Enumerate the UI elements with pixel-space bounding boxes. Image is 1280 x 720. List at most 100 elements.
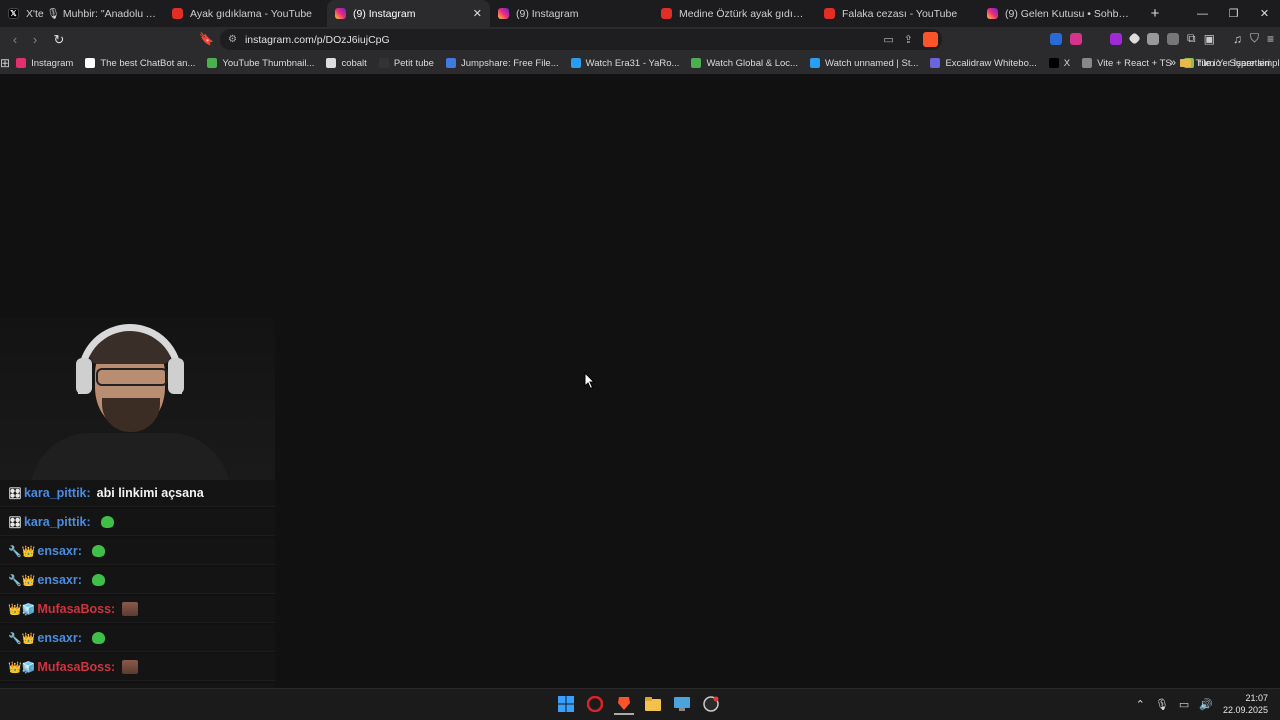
chat-message: 👑🧊MufasaBoss: [0, 654, 275, 681]
chat-username: ensaxr: [37, 544, 82, 558]
bookmark-favicon-icon [930, 58, 941, 68]
tab[interactable]: (9) Gelen Kutusu • Sohbetler [979, 0, 1142, 27]
cast-icon[interactable]: ▭ [883, 33, 893, 46]
instagram-icon [987, 8, 998, 19]
chat-badges-icon: 🎛 [8, 516, 22, 529]
network-icon[interactable]: ▭ [1179, 698, 1189, 711]
bookmark-item[interactable]: cobalt [320, 58, 372, 69]
bookmark-item[interactable]: Vite + React + TS [1076, 58, 1178, 69]
extension-icon[interactable] [1090, 32, 1103, 45]
opera-icon[interactable] [585, 693, 605, 715]
url-text[interactable]: instagram.com/p/DOzJ6iujCpG [245, 34, 390, 46]
microphone-icon[interactable]: 🎙 [1155, 698, 1169, 711]
bookmark-favicon-icon [1048, 58, 1059, 68]
extension-icon[interactable] [1050, 32, 1063, 45]
chat-badges-icon: 🔧👑 [8, 632, 36, 645]
instagram-icon [498, 8, 509, 19]
tab[interactable]: Falaka cezası - YouTube [816, 0, 979, 27]
close-window-button[interactable]: ✕ [1249, 0, 1280, 27]
brave-shields-icon[interactable] [923, 32, 938, 47]
tab-title: (9) Instagram [516, 7, 579, 20]
chat-message: 👑🧊MufasaBoss: [0, 596, 275, 623]
bookmark-item[interactable]: X [1043, 58, 1076, 69]
music-icon[interactable]: ♫ [1233, 32, 1242, 46]
bookmark-item[interactable]: YouTube Thumbnail... [201, 58, 320, 69]
address-bar[interactable]: ⚙ instagram.com/p/DOzJ6iujCpG ▭ ⇪ [220, 29, 942, 50]
system-tray: ⌃ 🎙 ▭ 🔊 21:07 22.09.2025 [1136, 692, 1268, 716]
close-tab-icon[interactable]: ✕ [473, 7, 482, 20]
clock-date: 22.09.2025 [1222, 705, 1268, 715]
bookmark-item[interactable]: Instagram [10, 58, 79, 69]
bookmark-item[interactable]: Watch Era31 - YaRo... [565, 58, 686, 69]
remote-desktop-icon[interactable] [672, 693, 692, 715]
folder-icon [1179, 59, 1191, 67]
restore-button[interactable]: ❐ [1218, 0, 1249, 27]
tab[interactable]: Medine Öztürk ayak gıdıklama - You [653, 0, 816, 27]
bookmarks-bar: ⊞ Instagram The best ChatBot an... YouTube… [0, 52, 1280, 74]
headset-earcup [168, 358, 184, 394]
bookmark-label: YouTube Thumbnail... [222, 57, 315, 69]
clock-time: 21:07 [1245, 693, 1268, 703]
tab[interactable]: 𝕏 X'te 🎙 Muhbir: "Anadolu Ajansı mu [0, 0, 164, 27]
puzzle-icon[interactable]: ⧉ [1187, 31, 1196, 46]
chat-username: ensaxr: [37, 631, 82, 645]
chat-message: 🎛 kara_pittik: abi linkimi açsana [0, 480, 275, 507]
sidebar-icon[interactable]: ▣ [1204, 32, 1215, 46]
taskbar: ⌃ 🎙 ▭ 🔊 21:07 22.09.2025 [0, 688, 1280, 720]
streamer-beard [102, 398, 160, 432]
chevron-up-icon[interactable]: ⌃ [1136, 698, 1145, 711]
start-windows-icon[interactable] [556, 693, 576, 715]
chat-username: ensaxr: [37, 573, 82, 587]
tab[interactable]: (9) Instagram [490, 0, 653, 27]
tab-strip: 𝕏 X'te 🎙 Muhbir: "Anadolu Ajansı mu Ayak g… [0, 0, 1280, 27]
bookmark-item[interactable]: Excalidraw Whitebo... [924, 58, 1042, 69]
obs-icon[interactable] [701, 693, 721, 715]
vpn-shield-icon[interactable]: ⛉ [1250, 31, 1259, 46]
chat-text: abi linkimi açsana [96, 486, 204, 500]
all-bookmarks-folder[interactable]: Tüm Yer İşaretleri [1179, 58, 1270, 69]
bookmark-favicon-icon [326, 58, 337, 68]
more-bookmarks-icon[interactable]: » [1170, 57, 1176, 69]
bookmark-page-icon[interactable]: 🔖 [199, 32, 214, 46]
bookmark-item[interactable]: Watch unnamed | St... [804, 58, 924, 69]
extension-icon[interactable] [1070, 32, 1083, 45]
brave-browser-icon[interactable] [614, 693, 634, 715]
share-icon[interactable]: ⇪ [904, 33, 913, 46]
chat-username: MufasaBoss: [37, 602, 116, 616]
tab[interactable]: Ayak gıdıklama - YouTube [164, 0, 327, 27]
chat-overlay: 🎛 kara_pittik: abi linkimi açsana 🎛 kara_pit… [0, 480, 275, 712]
extension-icon[interactable] [1110, 32, 1123, 45]
apps-grid-icon[interactable]: ⊞ [0, 56, 10, 70]
bookmark-label: Jumpshare: Free File... [460, 57, 559, 69]
reload-button[interactable]: ↻ [49, 32, 69, 48]
tab[interactable]: (9) Instagram ✕ [327, 0, 490, 27]
bookmark-label: Petit tube [393, 57, 434, 69]
youtube-icon [172, 8, 183, 19]
extension-icon[interactable] [1147, 32, 1160, 45]
extension-icon[interactable] [1128, 32, 1141, 45]
emote-icon [91, 545, 105, 557]
menu-icon[interactable]: ≡ [1267, 32, 1274, 46]
site-info-icon[interactable]: ⚙ [228, 34, 237, 45]
youtube-icon [661, 8, 672, 19]
bookmark-item[interactable]: The best ChatBot an... [79, 58, 201, 69]
bookmark-item[interactable]: Watch Global & Loc... [685, 58, 804, 69]
new-tab-button[interactable]: + [1142, 5, 1168, 22]
tab-title: Medine Öztürk ayak gıdıklama - You [679, 7, 808, 20]
bookmark-item[interactable]: Petit tube [373, 58, 440, 69]
bookmark-favicon-icon [809, 58, 820, 68]
volume-icon[interactable]: 🔊 [1199, 698, 1213, 711]
bookmark-favicon-icon [207, 58, 218, 68]
chat-badges-icon: 👑🧊 [8, 603, 36, 616]
chat-badges-icon: 🔧👑 [8, 545, 36, 558]
bookmark-label: Instagram [31, 57, 74, 69]
emote-icon [122, 602, 139, 616]
bookmark-item[interactable]: Jumpshare: Free File... [440, 58, 565, 69]
extensions-area: ⧉ ▣ ♫ ⛉ ≡ [1050, 31, 1274, 46]
clock[interactable]: 21:07 22.09.2025 [1223, 692, 1268, 716]
file-explorer-icon[interactable] [643, 693, 663, 715]
extension-icon[interactable] [1167, 32, 1180, 45]
back-button[interactable]: ‹ [5, 32, 25, 47]
forward-button[interactable]: › [25, 32, 45, 47]
minimize-button[interactable]: — [1187, 0, 1218, 27]
